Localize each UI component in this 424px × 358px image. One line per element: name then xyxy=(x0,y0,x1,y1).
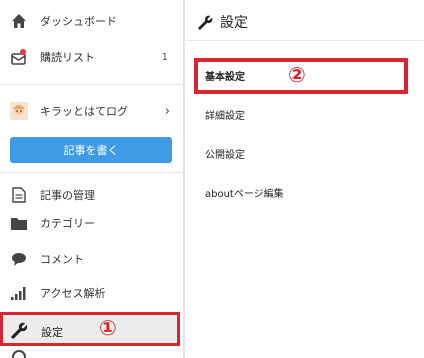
chevron-right-icon: › xyxy=(164,103,170,119)
settings-item-about[interactable]: aboutページ編集 xyxy=(205,185,284,200)
divider xyxy=(0,84,184,85)
settings-item-basic[interactable]: 基本設定 xyxy=(205,68,245,83)
page-title: 設定 xyxy=(198,12,248,32)
sidebar-item-reading-list[interactable]: 購読リスト 1 xyxy=(0,40,184,74)
wrench-icon xyxy=(198,14,214,30)
blog-avatar-icon xyxy=(10,102,28,120)
sidebar-item-settings[interactable]: 設定 ① xyxy=(0,312,180,346)
page-title-text: 設定 xyxy=(220,15,248,31)
sidebar-item-label: 設定 xyxy=(41,326,63,339)
sidebar: ダッシュボード 購読リスト 1 キラッとはてログ › 記事を書く 記事の管理 カ… xyxy=(0,0,184,358)
vertical-divider xyxy=(184,0,185,358)
bar-chart-icon xyxy=(10,284,28,302)
divider xyxy=(186,40,424,41)
write-article-button[interactable]: 記事を書く xyxy=(10,137,172,163)
sidebar-item-label: 記事の管理 xyxy=(40,189,95,202)
annotation-marker-2: ② xyxy=(288,63,306,87)
blog-name: キラッとはてログ xyxy=(40,105,128,118)
wrench-icon xyxy=(11,320,30,343)
partial-icon xyxy=(12,350,26,358)
sidebar-item-label: ダッシュボード xyxy=(40,15,117,28)
divider xyxy=(0,172,184,173)
comment-icon xyxy=(10,250,28,268)
settings-item-publish[interactable]: 公開設定 xyxy=(205,146,245,161)
sidebar-item-blog[interactable]: キラッとはてログ › xyxy=(0,94,184,128)
sidebar-item-label: カテゴリー xyxy=(40,217,95,230)
sidebar-item-dashboard[interactable]: ダッシュボード xyxy=(0,4,184,38)
sidebar-item-comment[interactable]: コメント xyxy=(0,242,184,276)
annotation-marker-1: ① xyxy=(99,316,117,340)
reading-list-icon xyxy=(10,48,28,66)
document-icon xyxy=(10,186,28,204)
sidebar-item-analytics[interactable]: アクセス解析 xyxy=(0,276,184,310)
sidebar-item-label: コメント xyxy=(40,253,84,266)
settings-item-advanced[interactable]: 詳細設定 xyxy=(205,107,245,122)
reading-count: 1 xyxy=(161,51,168,63)
sidebar-item-label: アクセス解析 xyxy=(40,287,106,300)
sidebar-item-label: 購読リスト xyxy=(40,51,95,64)
home-icon xyxy=(10,12,28,30)
folder-icon xyxy=(10,214,28,232)
sidebar-item-category[interactable]: カテゴリー xyxy=(0,206,184,240)
